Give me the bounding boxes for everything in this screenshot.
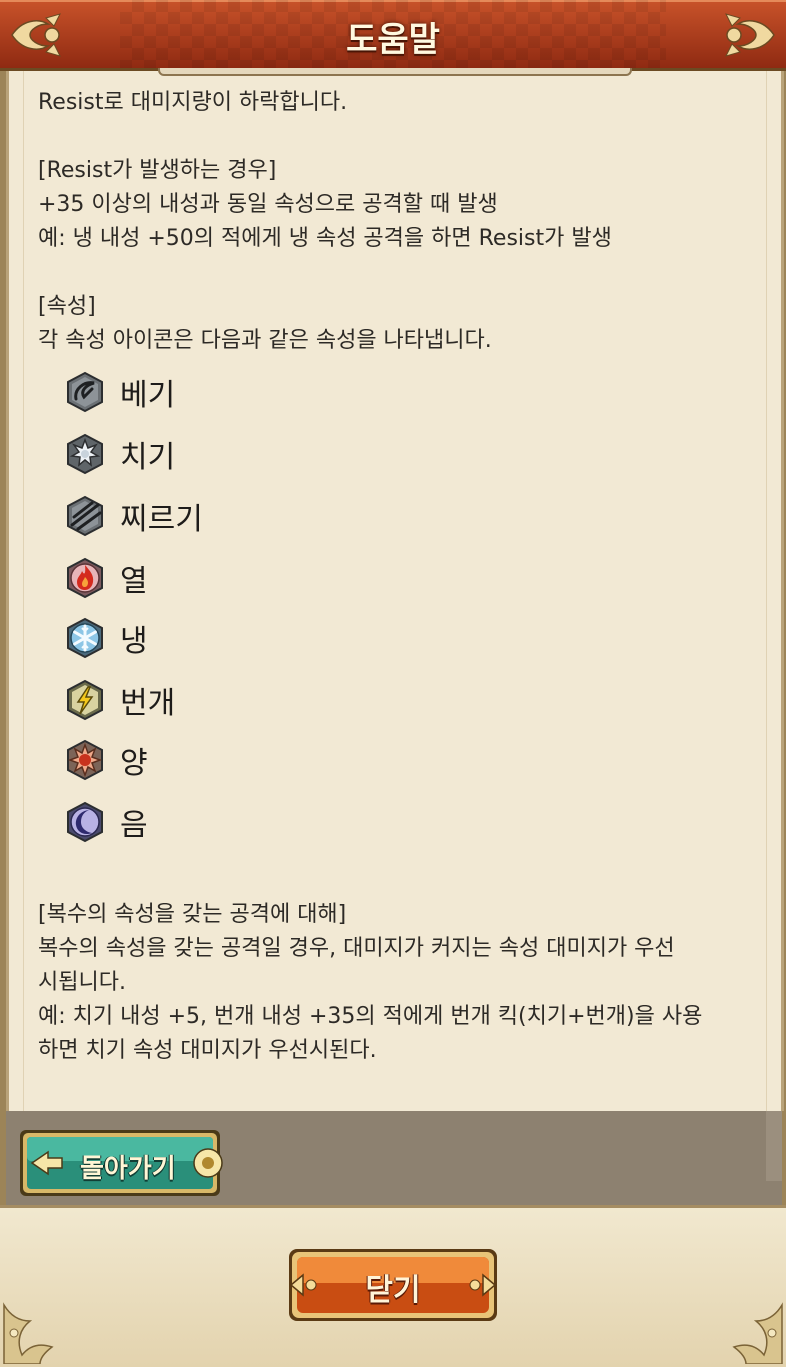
ornament-icon	[3, 1302, 54, 1364]
attribute-description: 각 속성 아이콘은 다음과 같은 속성을 나타냅니다.	[38, 328, 492, 353]
scrollbar-track[interactable]	[766, 1111, 782, 1181]
multi-attribute-example: 예: 치기 내성 +5, 번개 내성 +35의 적에게 번개 킥(치기+번개)을…	[38, 1004, 703, 1029]
attribute-heading: [속성]	[38, 294, 96, 319]
dark-icon	[67, 801, 103, 843]
multi-attribute-example: 하면 치기 속성 대미지가 우선시된다.	[38, 1038, 377, 1063]
close-button[interactable]: 닫기	[287, 1247, 499, 1323]
back-button[interactable]: 돌아가기	[18, 1128, 226, 1200]
attribute-row-dark: 음	[64, 800, 148, 844]
attribute-label: 열	[120, 564, 148, 599]
attribute-row-light: 양	[64, 738, 148, 782]
resist-heading: [Resist가 발생하는 경우]	[38, 158, 277, 183]
strike-icon	[67, 433, 103, 475]
attribute-label: 베기	[120, 378, 176, 413]
fire-icon	[67, 557, 103, 599]
attribute-label: 양	[120, 746, 148, 781]
resist-example: 예: 냉 내성 +50의 적에게 냉 속성 공격을 하면 Resist가 발생	[38, 226, 612, 251]
attribute-label: 찌르기	[120, 502, 203, 537]
attribute-row-lightning: 번개	[64, 678, 175, 722]
back-button-label: 돌아가기	[80, 1154, 176, 1184]
page-title: 도움말	[346, 20, 440, 60]
attribute-row-pierce: 찌르기	[64, 494, 203, 538]
attribute-label: 음	[120, 808, 148, 843]
attribute-row-fire: 열	[64, 556, 148, 600]
header-bar: 도움말	[0, 0, 786, 71]
ornament-icon	[732, 1302, 783, 1364]
ice-icon	[67, 617, 103, 659]
attribute-label: 냉	[120, 624, 148, 659]
attribute-row-slash: 베기	[64, 370, 175, 414]
multi-attribute-heading: [복수의 속성을 갖는 공격에 대해]	[38, 902, 347, 927]
light-icon	[67, 739, 103, 781]
attribute-row-strike: 치기	[64, 432, 175, 476]
slash-icon	[67, 371, 103, 413]
multi-attribute-line: 시됩니다.	[38, 970, 126, 995]
attribute-row-ice: 냉	[64, 616, 148, 660]
lightning-icon	[67, 679, 103, 721]
resist-line: +35 이상의 내성과 동일 속성으로 공격할 때 발생	[38, 192, 498, 217]
multi-attribute-line: 복수의 속성을 갖는 공격일 경우, 대미지가 커지는 속성 대미지가 우선	[38, 936, 675, 961]
pierce-icon	[67, 495, 103, 537]
attribute-label: 번개	[120, 686, 176, 721]
close-button-label: 닫기	[365, 1273, 421, 1308]
intro-text: Resist로 대미지량이 하락합니다.	[38, 90, 348, 115]
header-tab-notch	[158, 68, 632, 76]
attribute-label: 치기	[120, 440, 176, 475]
